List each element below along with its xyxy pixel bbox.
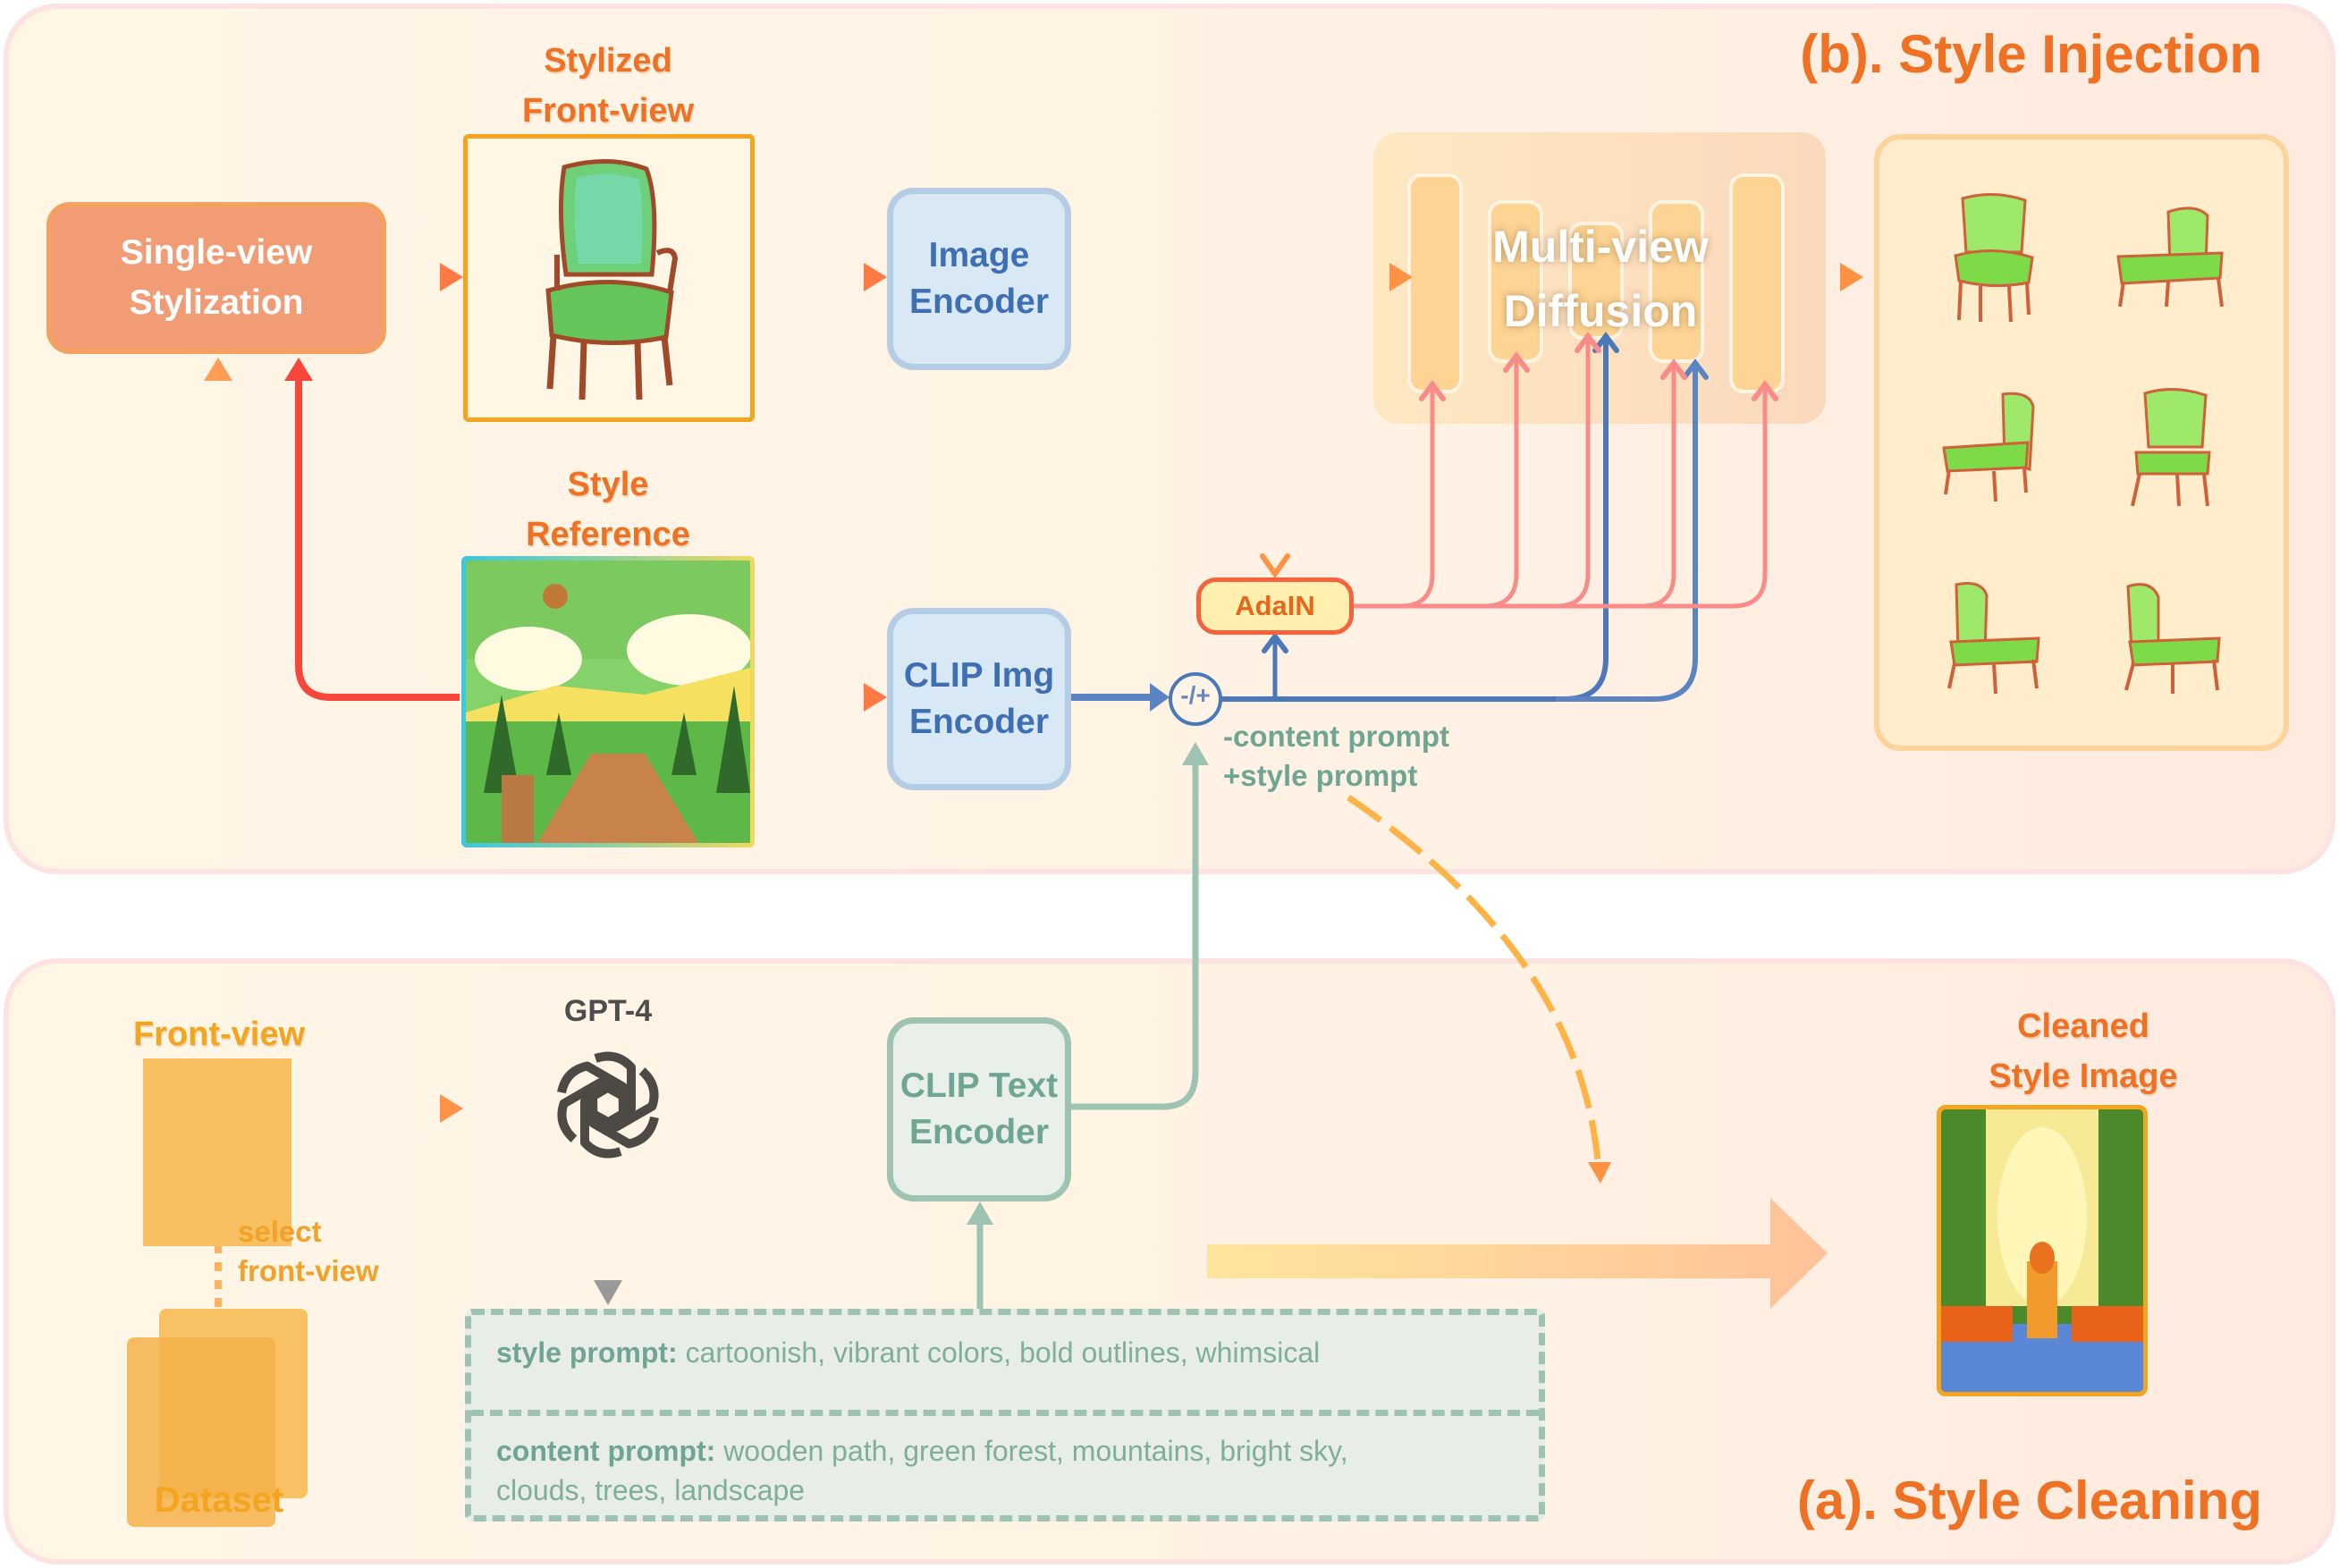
style-ref-line1: Style: [567, 466, 649, 503]
stylization-line1: Single-view: [120, 233, 313, 272]
content-prompt-value: wooden path, green forest, mountains, br…: [723, 1435, 1348, 1467]
output-chair-view[interactable]: [1904, 543, 2083, 733]
multiview-chairs-grid: [1904, 161, 2262, 733]
arrowhead: [440, 263, 463, 291]
front-view-label: Front-view: [132, 1016, 306, 1053]
content-prompt-note: -content prompt: [1223, 720, 1449, 753]
clip-text-line1: CLIP Text: [899, 1066, 1059, 1105]
image-encoder-line1: Image: [928, 236, 1030, 274]
clip-text-encoder-node[interactable]: CLIP Text Encoder: [887, 1017, 1071, 1201]
content-prompt-key: content prompt:: [496, 1435, 716, 1467]
content-prompt-value-2: clouds, trees, landscape: [496, 1474, 806, 1506]
style-reference-label: Style Reference: [465, 459, 751, 560]
style-reference-image[interactable]: [461, 556, 755, 847]
arrowhead: [1150, 683, 1170, 712]
select-line2: front-view: [238, 1254, 379, 1287]
output-chair-view[interactable]: [2083, 161, 2262, 351]
style-prompt-value: cartoonish, vibrant colors, bold outline…: [685, 1336, 1321, 1369]
arrowhead: [1840, 263, 1863, 291]
cleaned-line1: Cleaned: [2017, 1007, 2149, 1045]
stylized-line2: Front-view: [521, 92, 695, 130]
arrowhead: [864, 683, 887, 712]
prompt-box: style prompt: cartoonish, vibrant colors…: [465, 1309, 1545, 1522]
output-chair-view[interactable]: [1904, 351, 2083, 542]
arrowhead: [1389, 263, 1413, 291]
combine-operator-label: -/+: [1180, 681, 1211, 709]
select-note: select front-view: [238, 1212, 379, 1291]
output-chair-view[interactable]: [1904, 161, 2083, 351]
stylized-line1: Stylized: [544, 42, 672, 80]
cleaned-style-image[interactable]: [1937, 1105, 2148, 1396]
arrow-style-to-stylization: [295, 375, 460, 701]
adain-node[interactable]: AdaIN: [1196, 577, 1354, 635]
style-prompt-row: style prompt: cartoonish, vibrant colors…: [496, 1333, 1320, 1372]
style-prompt-note: +style prompt: [1223, 759, 1418, 792]
dataset-label: Dataset: [154, 1480, 284, 1520]
arrowhead: [284, 358, 313, 381]
single-view-stylization-node[interactable]: Single-view Stylization: [46, 202, 386, 354]
arrow-clip-text-to-combine: [1069, 751, 1199, 1110]
clip-text-line2: Encoder: [908, 1113, 1050, 1151]
cleaned-line2: Style Image: [1989, 1058, 2178, 1095]
output-chair-view[interactable]: [2083, 543, 2262, 733]
stylization-line2: Stylization: [129, 283, 304, 322]
arrowhead: [864, 263, 887, 291]
gpt4-label: GPT-4: [563, 994, 653, 1028]
arrow-prompt-to-cleaned: [1347, 795, 1602, 1172]
clip-img-line2: Encoder: [908, 703, 1050, 741]
big-arrow-to-cleaned: [1207, 1198, 1828, 1309]
cleaned-style-image-label: Cleaned Style Image: [1931, 1001, 2235, 1101]
openai-logo-icon[interactable]: [544, 1041, 672, 1169]
clip-img-encoder-node[interactable]: CLIP Img Encoder: [887, 608, 1071, 790]
output-chair-view[interactable]: [2083, 351, 2262, 542]
combine-note: -content prompt +style prompt: [1223, 717, 1449, 796]
image-encoder-line2: Encoder: [908, 282, 1050, 321]
adain-injection-lines: [1352, 340, 1768, 609]
arrowhead: [204, 358, 232, 381]
prompt-divider: [471, 1410, 1539, 1416]
content-prompt-row: content prompt: wooden path, green fores…: [496, 1431, 1348, 1510]
select-line1: select: [238, 1215, 322, 1248]
image-encoder-node[interactable]: Image Encoder: [887, 188, 1071, 370]
clip-img-line1: CLIP Img: [903, 656, 1055, 695]
style-ref-line2: Reference: [526, 516, 690, 553]
stylized-front-view-label: Stylized Front-view: [465, 36, 751, 136]
style-prompt-key: style prompt:: [496, 1336, 678, 1369]
stylized-chair-image[interactable]: [463, 134, 755, 422]
